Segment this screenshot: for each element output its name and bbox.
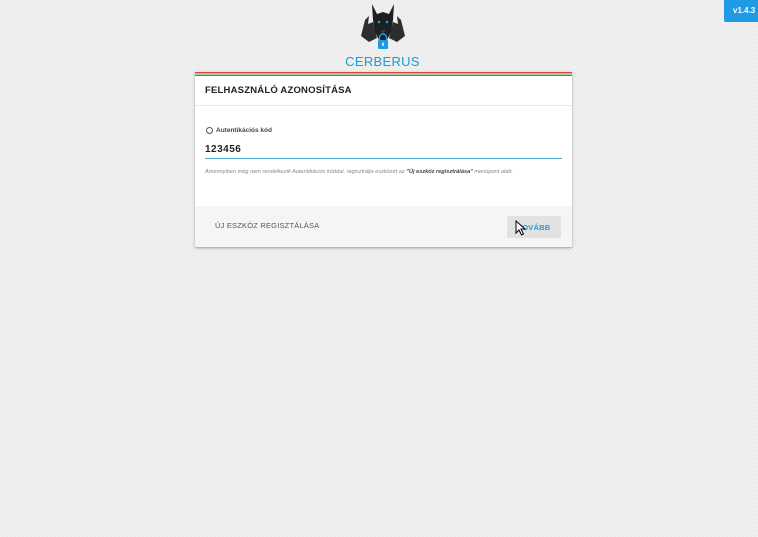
help-text: Amennyiben még nem rendelkezik Autentiká… bbox=[205, 168, 565, 177]
card-title: FELHASZNÁLÓ AZONOSÍTÁSA bbox=[205, 85, 352, 96]
auth-code-label: Autentikációs kód bbox=[216, 127, 272, 134]
help-text-prefix: Amennyiben még nem rendelkezik Autentiká… bbox=[205, 169, 407, 175]
app-logo: CERBERUS bbox=[340, 0, 425, 70]
field-label-row: Autentikációs kód bbox=[206, 127, 272, 134]
version-badge: v1.4.3 bbox=[724, 0, 758, 22]
cerberus-dog-lock-icon bbox=[360, 4, 405, 49]
mouse-pointer-icon bbox=[515, 220, 527, 236]
auth-code-input[interactable] bbox=[205, 142, 562, 159]
card-header: FELHASZNÁLÓ AZONOSÍTÁSA bbox=[195, 76, 572, 106]
logo-text: CERBERUS bbox=[345, 54, 420, 69]
radio-circle-icon bbox=[206, 127, 213, 134]
help-text-highlight: "Új eszköz regisztrálása" bbox=[406, 169, 473, 175]
register-device-button[interactable]: ÚJ ESZKÖZ REGISZTÁLÁSA bbox=[215, 221, 319, 230]
card-body: Autentikációs kód Amennyiben még nem ren… bbox=[195, 106, 572, 206]
help-text-suffix: menüpont alatt. bbox=[472, 169, 513, 175]
